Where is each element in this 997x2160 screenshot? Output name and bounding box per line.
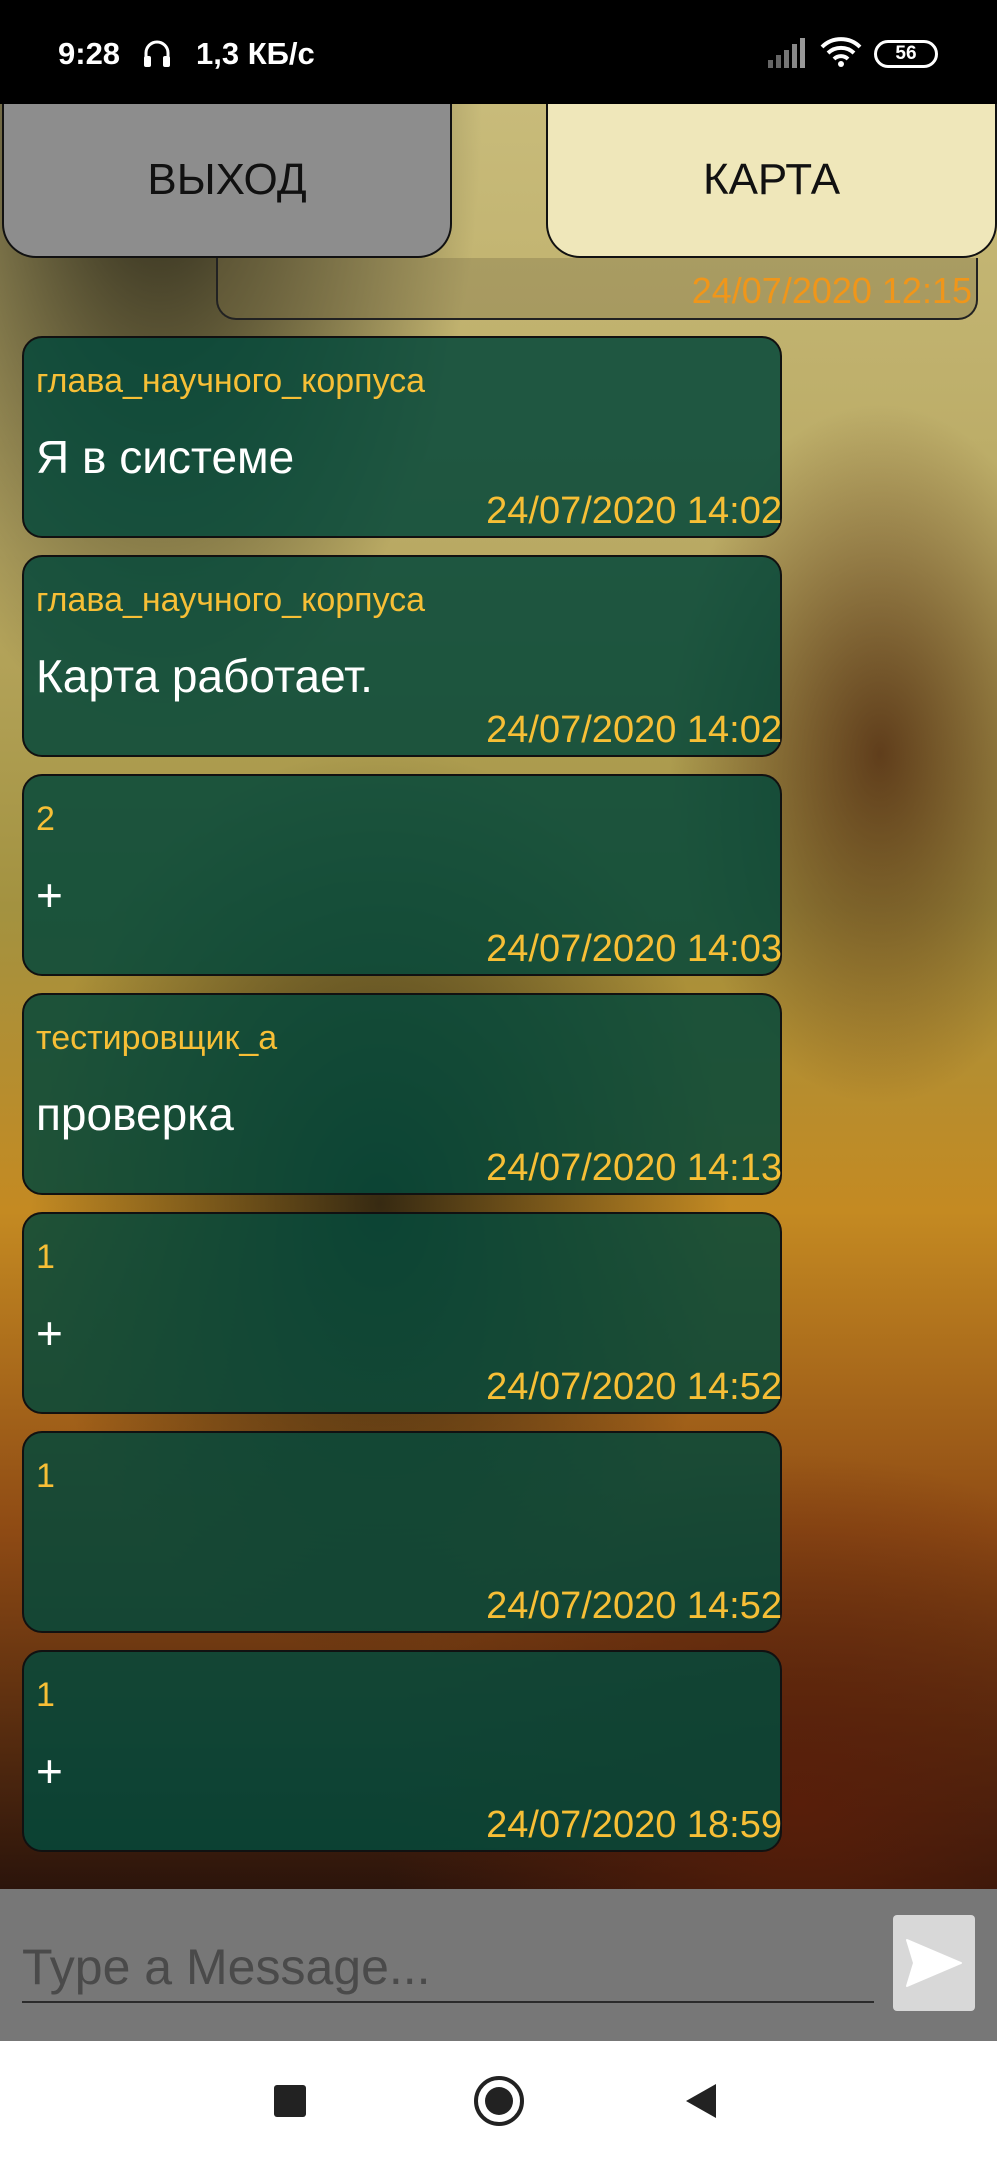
message-author: глава_научного_корпуса	[36, 581, 426, 619]
message-bubble: 2 + 24/07/2020 14:03	[22, 774, 782, 976]
recent-apps-icon[interactable]	[274, 2085, 306, 2117]
message-time: 24/07/2020 14:13	[486, 1147, 782, 1189]
send-icon	[906, 1939, 962, 1987]
message-author: тестировщик_а	[36, 1019, 278, 1057]
system-nav-bar	[0, 2041, 997, 2160]
message-author: 1	[36, 1457, 55, 1495]
send-button[interactable]	[893, 1915, 975, 2011]
headphones-icon	[144, 40, 170, 67]
message-author: 2	[36, 800, 55, 838]
message-bubble: 1 + 24/07/2020 18:59	[22, 1650, 782, 1852]
message-bubble: 1 24/07/2020 14:52	[22, 1431, 782, 1633]
message-text: Я в системе	[36, 431, 295, 483]
message-bubble: 1 + 24/07/2020 14:52	[22, 1212, 782, 1414]
message-author: глава_научного_корпуса	[36, 362, 426, 400]
message-bubble: глава_научного_корпуса Карта работает. 2…	[22, 555, 782, 757]
status-time: 9:28	[58, 36, 121, 71]
exit-button[interactable]: ВЫХОД	[2, 104, 452, 258]
home-icon[interactable]	[474, 2076, 524, 2126]
message-input[interactable]	[22, 1933, 874, 2003]
message-text: Карта работает.	[36, 650, 373, 702]
message-time: 24/07/2020 14:52	[486, 1366, 782, 1408]
message-text: проверка	[36, 1088, 234, 1140]
message-time: 24/07/2020 14:02	[486, 709, 782, 751]
message-time: 24/07/2020 12:15	[691, 270, 972, 311]
message-text: +	[36, 1307, 63, 1359]
map-button[interactable]: КАРТА	[546, 104, 997, 258]
wifi-icon	[820, 37, 862, 67]
message-text: +	[36, 869, 63, 921]
message-time: 24/07/2020 14:02	[486, 490, 782, 532]
back-icon[interactable]	[686, 2084, 716, 2118]
message-time: 24/07/2020 18:59	[486, 1804, 782, 1846]
signal-icon	[768, 38, 805, 68]
message-author: 1	[36, 1238, 55, 1276]
status-bar: 9:28 1,3 КБ/с 56	[0, 0, 997, 104]
message-bubble: глава_научного_корпуса Я в системе 24/07…	[22, 336, 782, 538]
message-bubble: тестировщик_а проверка 24/07/2020 14:13	[22, 993, 782, 1195]
message-composer	[0, 1889, 997, 2041]
message-time: 24/07/2020 14:03	[486, 928, 782, 970]
message-author: 1	[36, 1676, 55, 1714]
message-time: 24/07/2020 14:52	[486, 1585, 782, 1627]
network-speed: 1,3 КБ/с	[196, 36, 315, 71]
message-bubble-partial: 24/07/2020 12:15	[216, 258, 978, 320]
battery-icon: 56	[874, 40, 938, 68]
message-text: +	[36, 1745, 63, 1797]
